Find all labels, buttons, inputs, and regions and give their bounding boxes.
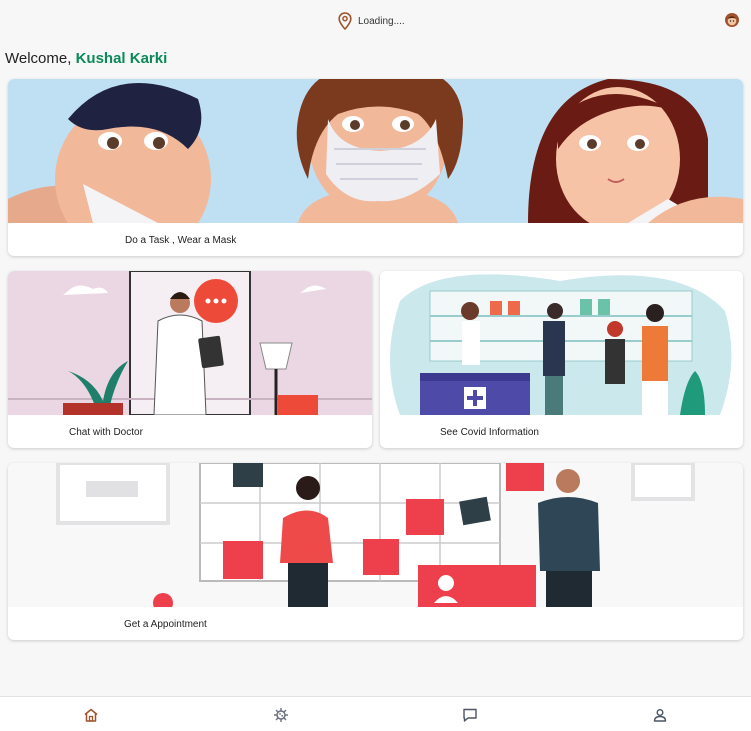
appointment-card[interactable]: Get a Appointment: [8, 463, 743, 640]
virus-icon[interactable]: [273, 707, 289, 723]
bottom-navigation: [0, 696, 751, 731]
chat-icon[interactable]: [462, 707, 478, 723]
covid-info-card[interactable]: See Covid Information: [380, 271, 743, 448]
chat-doctor-label: Chat with Doctor: [69, 427, 143, 438]
map-pin-icon: [338, 12, 352, 30]
chat-doctor-card[interactable]: Chat with Doctor: [8, 271, 372, 448]
top-bar: Loading....: [0, 0, 751, 44]
covid-info-label: See Covid Information: [440, 427, 539, 438]
wear-mask-card[interactable]: Do a Task , Wear a Mask: [8, 79, 743, 256]
location-text: Loading....: [358, 15, 405, 27]
appointment-label: Get a Appointment: [124, 619, 207, 630]
user-name: Kushal Karki: [75, 50, 168, 67]
pharmacy-illustration: [380, 271, 743, 415]
wear-mask-label: Do a Task , Wear a Mask: [125, 235, 237, 246]
doctor-illustration: [8, 271, 372, 415]
home-icon[interactable]: [83, 707, 99, 723]
appointment-illustration: [8, 463, 743, 607]
user-avatar-icon[interactable]: [724, 12, 740, 28]
welcome-heading: Welcome, Kushal Karki: [5, 50, 167, 67]
location-indicator[interactable]: Loading....: [338, 12, 405, 30]
wear-mask-illustration: [8, 79, 743, 223]
welcome-prefix: Welcome,: [5, 50, 76, 67]
profile-icon[interactable]: [652, 707, 668, 723]
